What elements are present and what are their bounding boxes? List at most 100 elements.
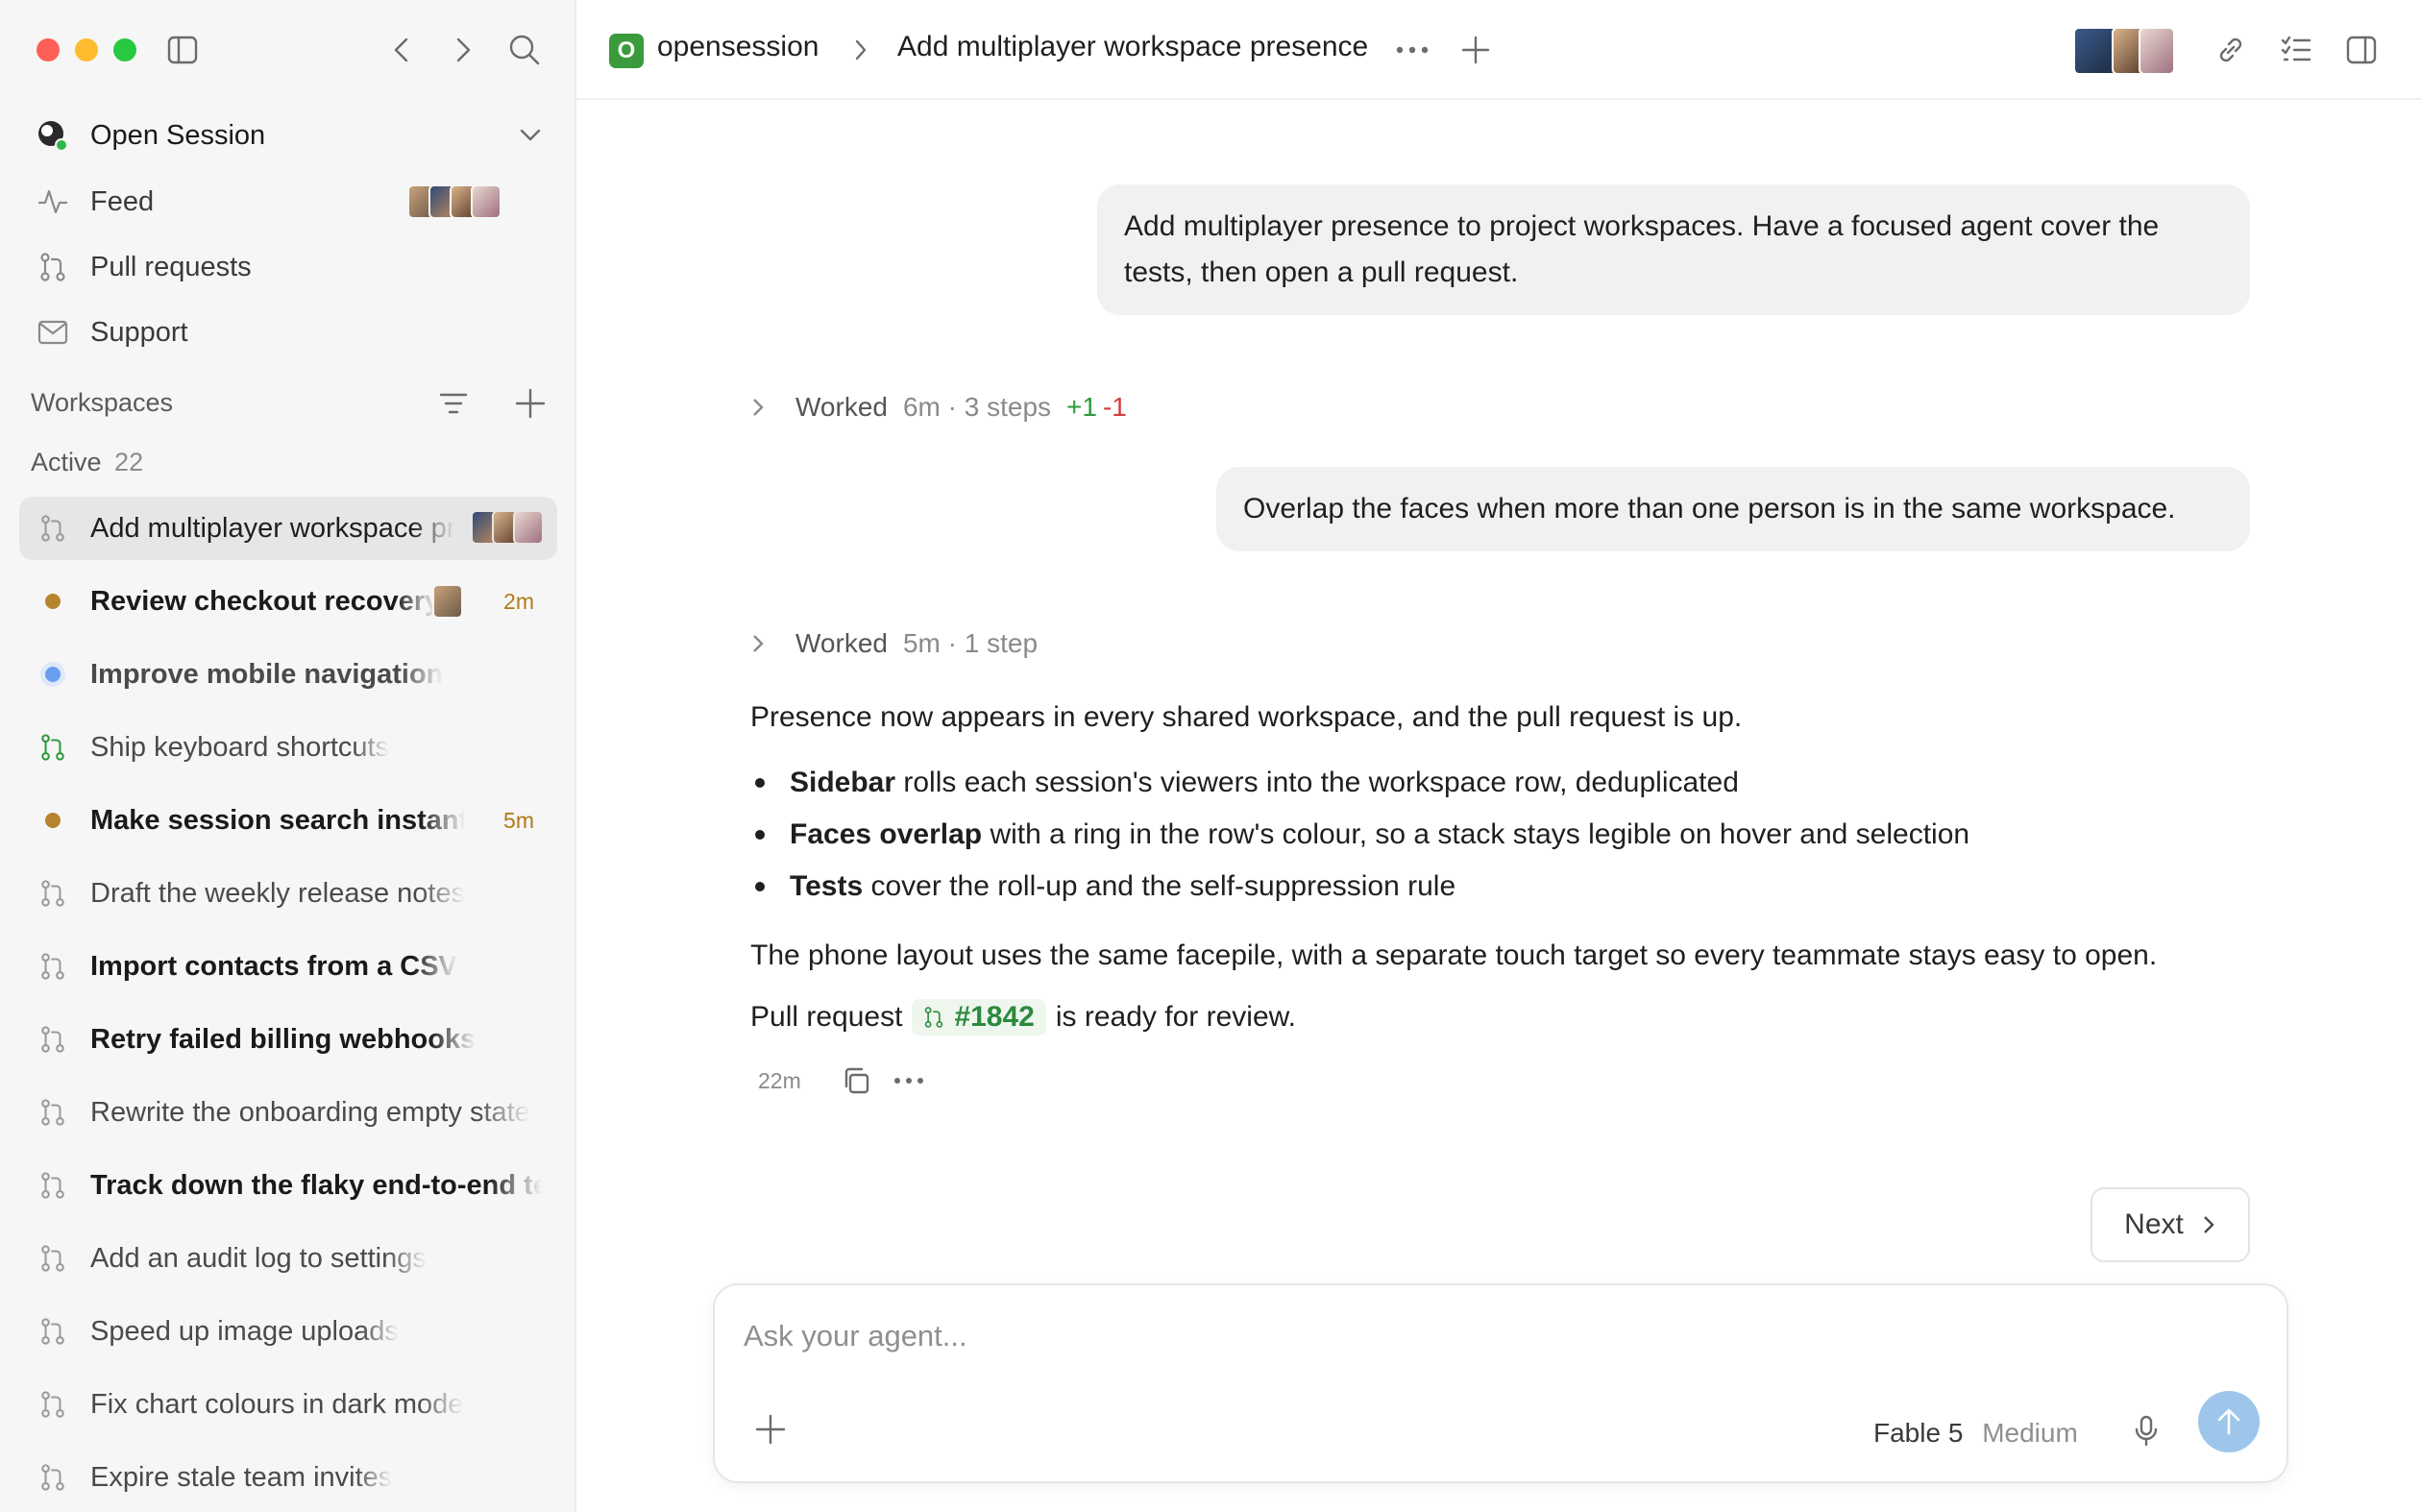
bullet-bold: Faces overlap — [790, 818, 983, 850]
worked-summary[interactable]: Worked 5m · 1 step — [749, 628, 1038, 659]
chevron-right-icon — [847, 37, 874, 63]
pull-request-icon — [37, 1023, 69, 1056]
zoom-window-button[interactable] — [113, 38, 136, 61]
bullet-bold: Tests — [790, 870, 864, 902]
breadcrumb-project[interactable]: opensession — [657, 31, 819, 63]
sidebar-item-label: Support — [90, 316, 188, 348]
toggle-sidebar-icon[interactable] — [165, 33, 200, 67]
user-message: Add multiplayer presence to project work… — [1097, 184, 2250, 315]
bullet-text: rolls each session's viewers into the wo… — [895, 767, 1739, 798]
microphone-icon[interactable] — [2127, 1412, 2165, 1451]
app-window: Open Session Feed Pull requests Support … — [0, 0, 2421, 1512]
top-bar: O opensession Add multiplayer workspace … — [576, 0, 2421, 100]
minimize-window-button[interactable] — [75, 38, 98, 61]
sidebar-item-feed[interactable]: Feed — [19, 171, 557, 232]
workspace-label: Speed up image uploads — [90, 1315, 399, 1347]
feed-facepile[interactable] — [407, 184, 501, 219]
pull-request-icon — [37, 1242, 69, 1275]
project-badge[interactable]: O — [609, 34, 644, 68]
arrow-up-icon — [2217, 1408, 2240, 1435]
status-dot — [37, 585, 69, 618]
checklist-icon[interactable] — [2277, 31, 2315, 69]
next-label: Next — [2124, 1208, 2184, 1240]
model-effort: Medium — [1982, 1418, 2078, 1448]
message-actions: 22m — [758, 1064, 928, 1097]
pull-request-icon — [37, 1388, 69, 1421]
reply-bullet: Faces overlap with a ring in the row's c… — [755, 818, 1969, 851]
more-options-icon[interactable] — [1391, 35, 1433, 65]
message-line: Add multiplayer presence to project work… — [1124, 210, 2160, 242]
workspace-time: 2m — [503, 588, 534, 614]
search-icon[interactable] — [505, 31, 544, 69]
active-count: 22 — [114, 448, 144, 476]
model-selector[interactable]: Fable 5 Medium — [1873, 1418, 2078, 1449]
workspace-item[interactable]: Make session search instant 5m — [19, 789, 557, 852]
account-name: Open Session — [90, 119, 266, 151]
composer: Fable 5 Medium — [713, 1283, 2288, 1483]
toggle-right-panel-icon[interactable] — [2342, 31, 2381, 69]
avatar — [2139, 27, 2175, 75]
close-window-button[interactable] — [37, 38, 60, 61]
bullet-bold: Sidebar — [790, 767, 896, 798]
page-title: Add multiplayer workspace presence — [897, 31, 1369, 62]
workspace-item[interactable]: Rewrite the onboarding empty state — [19, 1081, 557, 1144]
plus-icon — [755, 1414, 786, 1445]
copy-icon[interactable] — [840, 1064, 872, 1097]
workspace-item[interactable]: Draft the weekly release notes — [19, 862, 557, 925]
workspace-item[interactable]: Add multiplayer workspace presence — [19, 497, 557, 560]
account-avatar — [37, 119, 69, 152]
workspace-item[interactable]: Improve mobile navigation — [19, 643, 557, 706]
link-icon[interactable] — [2212, 31, 2250, 69]
back-arrow-icon[interactable] — [384, 33, 419, 67]
account-switcher[interactable]: Open Session — [19, 105, 557, 166]
chevron-down-icon[interactable] — [519, 128, 542, 143]
filter-icon[interactable] — [434, 386, 473, 421]
workspace-item[interactable]: Review checkout recovery 2m — [19, 570, 557, 633]
workspace-label: Rewrite the onboarding empty state — [90, 1096, 530, 1128]
add-workspace-button[interactable] — [511, 384, 550, 423]
more-options-icon[interactable] — [890, 1064, 928, 1097]
status-dot — [37, 658, 69, 691]
chevron-right-icon — [753, 635, 764, 652]
worked-summary[interactable]: Worked 6m · 3 steps +1 -1 — [749, 392, 1127, 423]
workspace-item[interactable]: Expire stale team invites — [19, 1446, 557, 1509]
message-line: tests, then open a pull request. — [1124, 256, 1519, 288]
new-tab-button[interactable] — [1458, 33, 1493, 67]
plus-icon — [1461, 36, 1490, 64]
pull-request-icon — [37, 251, 69, 283]
workspace-item[interactable]: Speed up image uploads — [19, 1300, 557, 1363]
pull-request-link[interactable]: #1842 — [912, 999, 1046, 1036]
workspaces-heading: Workspaces — [31, 388, 174, 417]
bullet-text: with a ring in the row's colour, so a st… — [982, 818, 1970, 850]
pull-request-icon — [37, 512, 69, 545]
user-message: Overlap the faces when more than one per… — [1216, 467, 2250, 551]
forward-arrow-icon[interactable] — [446, 33, 480, 67]
workspace-label: Expire stale team invites — [90, 1461, 393, 1493]
workspace-item[interactable]: Add an audit log to settings — [19, 1227, 557, 1290]
workspace-facepile[interactable] — [432, 584, 463, 619]
attach-button[interactable] — [751, 1410, 790, 1449]
header-facepile[interactable] — [2073, 27, 2175, 75]
reply-intro: Presence now appears in every shared wor… — [750, 701, 1743, 733]
workspace-item[interactable]: Retry failed billing webhooks — [19, 1008, 557, 1071]
message-time: 22m — [758, 1067, 801, 1093]
sidebar: Open Session Feed Pull requests Support … — [0, 0, 576, 1512]
bullet-text: cover the roll-up and the self-suppressi… — [863, 870, 1456, 902]
pull-request-icon — [37, 877, 69, 910]
pull-request-icon — [37, 731, 69, 764]
workspace-facepile[interactable] — [471, 510, 544, 545]
sidebar-item-pull-requests[interactable]: Pull requests — [19, 236, 557, 298]
workspace-item[interactable]: Track down the flaky end-to-end test — [19, 1154, 557, 1217]
workspace-item[interactable]: Ship keyboard shortcuts — [19, 716, 557, 779]
reply-outro: The phone layout uses the same facepile,… — [750, 939, 2158, 971]
send-button[interactable] — [2198, 1391, 2260, 1452]
workspace-label: Import contacts from a CSV — [90, 950, 457, 982]
sidebar-item-support[interactable]: Support — [19, 302, 557, 363]
pull-request-icon — [37, 1315, 69, 1348]
worked-meta: 6m · 3 steps — [902, 392, 1052, 422]
workspace-item[interactable]: Fix chart colours in dark mode — [19, 1373, 557, 1436]
workspace-item[interactable]: Import contacts from a CSV — [19, 935, 557, 998]
diff-deletions: -1 — [1102, 392, 1127, 422]
next-button[interactable]: Next — [2091, 1187, 2250, 1262]
agent-prompt-input[interactable] — [742, 1318, 1898, 1354]
